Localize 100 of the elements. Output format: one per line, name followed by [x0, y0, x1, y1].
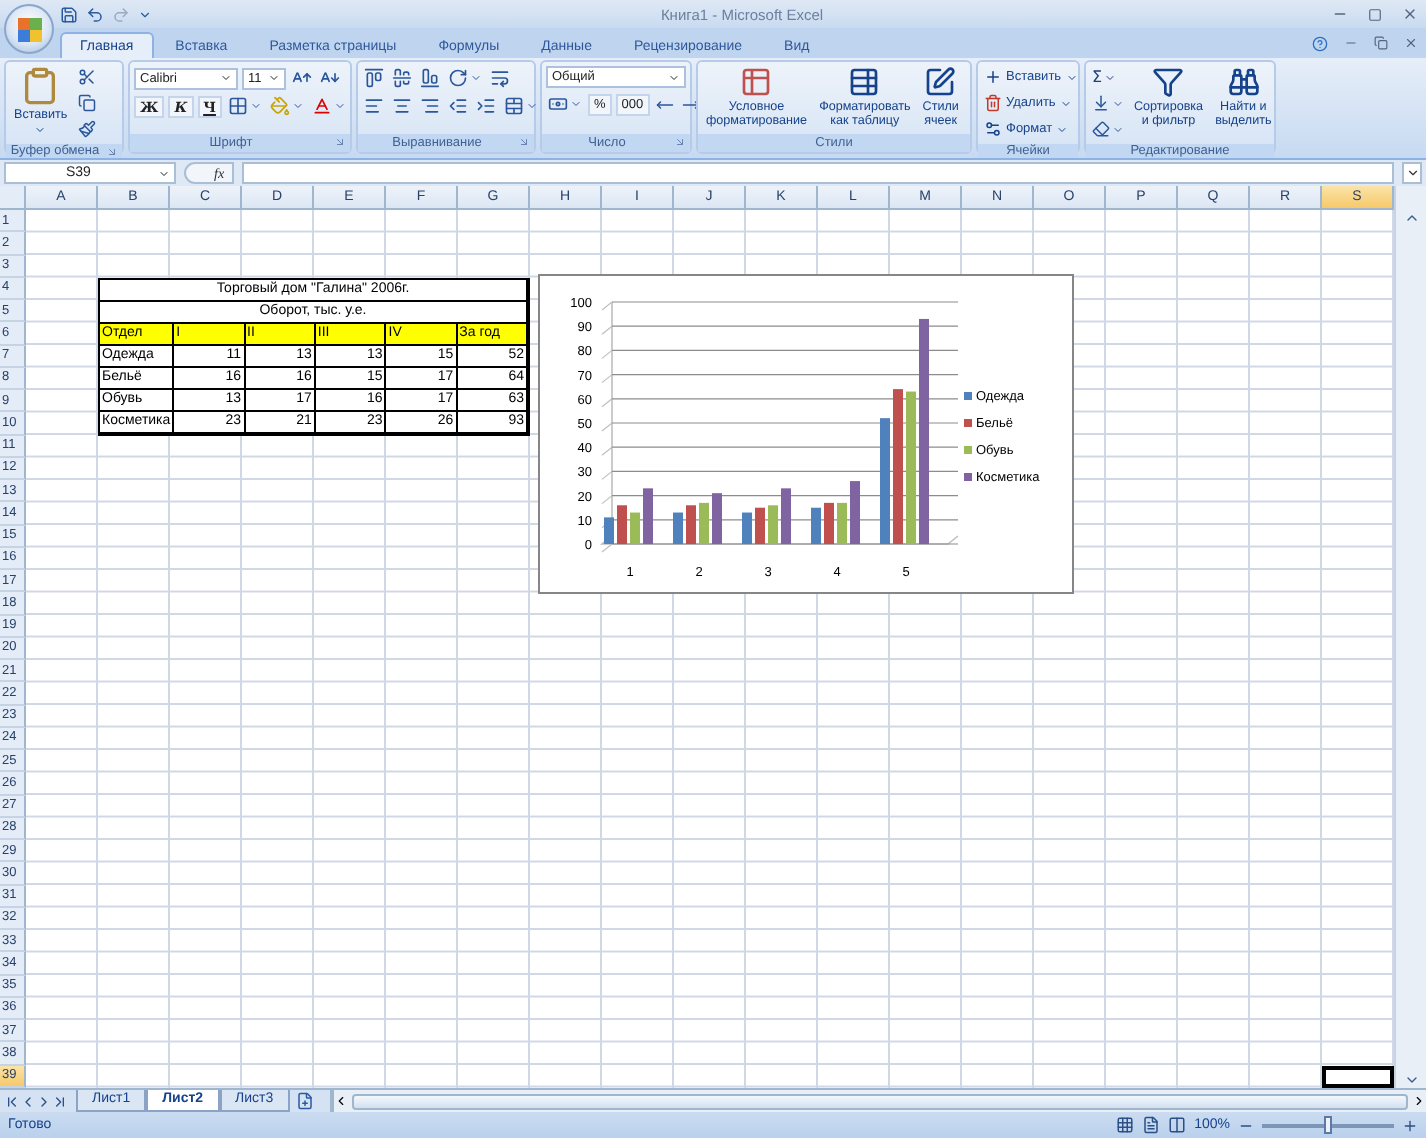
- formula-field[interactable]: [242, 162, 1394, 184]
- align-left-icon: [364, 96, 384, 116]
- caret-icon: [333, 100, 346, 112]
- close-icon[interactable]: [1404, 36, 1418, 50]
- increase-indent-button[interactable]: [474, 94, 498, 118]
- scroll-down-icon[interactable]: [1403, 1072, 1419, 1088]
- bar: [850, 481, 860, 544]
- caret-icon[interactable]: [138, 7, 152, 21]
- caret-icon: [1405, 166, 1419, 180]
- last-sheet-icon[interactable]: [52, 1093, 68, 1109]
- close-icon[interactable]: [1402, 6, 1418, 22]
- help-icon[interactable]: [1312, 35, 1328, 51]
- caret-icon: [220, 72, 232, 84]
- scroll-right-icon[interactable]: [1412, 1094, 1426, 1108]
- caret-icon: [668, 71, 680, 83]
- page-break-icon[interactable]: [1168, 1116, 1187, 1134]
- clear-button[interactable]: [1090, 118, 1126, 140]
- align-top-button[interactable]: [362, 66, 386, 90]
- eraser-icon: [1092, 120, 1110, 138]
- caret-icon: [470, 72, 482, 84]
- align-bottom-icon: [420, 68, 440, 88]
- bar: [837, 502, 847, 544]
- undo-icon[interactable]: [86, 5, 104, 23]
- copy-button[interactable]: [75, 92, 98, 114]
- bar: [643, 488, 653, 544]
- zoom-slider-thumb[interactable]: [1324, 1115, 1332, 1133]
- bar: [686, 505, 696, 544]
- scroll-left-icon[interactable]: [333, 1094, 348, 1108]
- font-color-button[interactable]: [309, 94, 348, 118]
- fill-button[interactable]: [1090, 92, 1126, 114]
- fill-color-button[interactable]: [267, 94, 306, 118]
- binoculars-icon: [1227, 66, 1260, 98]
- caret-icon: [1104, 71, 1117, 83]
- align-top-icon: [364, 68, 384, 88]
- caret-icon: [34, 124, 47, 137]
- maximize-icon[interactable]: [1368, 7, 1382, 21]
- autosum-button[interactable]: Σ: [1090, 66, 1126, 88]
- caret-icon: [1065, 71, 1078, 83]
- bar: [673, 512, 683, 544]
- dialog-launcher-icon[interactable]: [334, 136, 346, 148]
- align-center-button[interactable]: [390, 94, 414, 118]
- arrow-down-icon: [1092, 94, 1110, 112]
- pen-square-icon: [924, 66, 957, 98]
- currency-button[interactable]: [546, 92, 584, 116]
- dialog-launcher-icon[interactable]: [518, 136, 530, 148]
- borders-button[interactable]: [225, 94, 264, 118]
- align-right-button[interactable]: [418, 94, 442, 118]
- vertical-scrollbar[interactable]: [1394, 186, 1426, 1088]
- banknote-icon: [548, 94, 568, 114]
- format-painter-button[interactable]: [75, 118, 98, 140]
- save-icon[interactable]: [60, 5, 78, 23]
- active-cell[interactable]: [1322, 1065, 1394, 1088]
- caret-icon: [268, 72, 280, 84]
- bar: [742, 512, 752, 544]
- zoom-in-icon[interactable]: [1402, 1117, 1418, 1133]
- dialog-launcher-icon[interactable]: [674, 136, 686, 148]
- bar: [811, 507, 821, 544]
- horizontal-scrollbar[interactable]: [329, 1090, 1426, 1112]
- first-sheet-icon[interactable]: [4, 1093, 20, 1109]
- align-right-icon: [420, 96, 440, 116]
- restore-icon[interactable]: [1374, 36, 1388, 50]
- wrap-text-button[interactable]: [488, 66, 512, 90]
- align-middle-button[interactable]: [390, 66, 414, 90]
- align-middle-icon: [392, 68, 412, 88]
- plus-icon: [984, 68, 1002, 86]
- bar: [781, 488, 791, 544]
- decrease-indent-button[interactable]: [446, 94, 470, 118]
- merge-button[interactable]: [502, 94, 540, 118]
- caret-icon: [1112, 123, 1124, 135]
- new-sheet-icon[interactable]: [295, 1092, 314, 1110]
- align-left-button[interactable]: [362, 94, 386, 118]
- caret-icon: [158, 167, 170, 179]
- office-logo-icon: [15, 15, 43, 43]
- rotate-icon: [448, 68, 468, 88]
- cut-button[interactable]: [75, 66, 98, 88]
- scroll-thumb[interactable]: [351, 1093, 1408, 1109]
- orientation-button[interactable]: [446, 66, 484, 90]
- align-bottom-button[interactable]: [418, 66, 442, 90]
- page-layout-icon[interactable]: [1142, 1116, 1161, 1134]
- previous-sheet-icon[interactable]: [20, 1093, 36, 1109]
- caret-icon: [1056, 123, 1069, 135]
- bar: [604, 517, 614, 544]
- bar: [617, 505, 627, 544]
- dialog-launcher-icon[interactable]: [106, 146, 118, 158]
- paintbrush-icon: [77, 120, 96, 138]
- bar: [699, 502, 709, 544]
- normal-view-icon[interactable]: [1116, 1116, 1135, 1134]
- bar: [824, 502, 834, 544]
- copy-icon: [77, 94, 96, 112]
- scissors-icon: [77, 68, 96, 86]
- expand-formula-button[interactable]: [1402, 162, 1422, 184]
- outdent-icon: [448, 96, 468, 116]
- next-sheet-icon[interactable]: [36, 1093, 52, 1109]
- bar: [630, 512, 640, 544]
- table-icon: [848, 66, 881, 98]
- caret-icon: [570, 98, 582, 110]
- arrow-left-icon: [655, 95, 674, 113]
- indent-icon: [476, 96, 496, 116]
- caret-icon: [249, 100, 262, 112]
- scroll-up-icon[interactable]: [1403, 210, 1419, 226]
